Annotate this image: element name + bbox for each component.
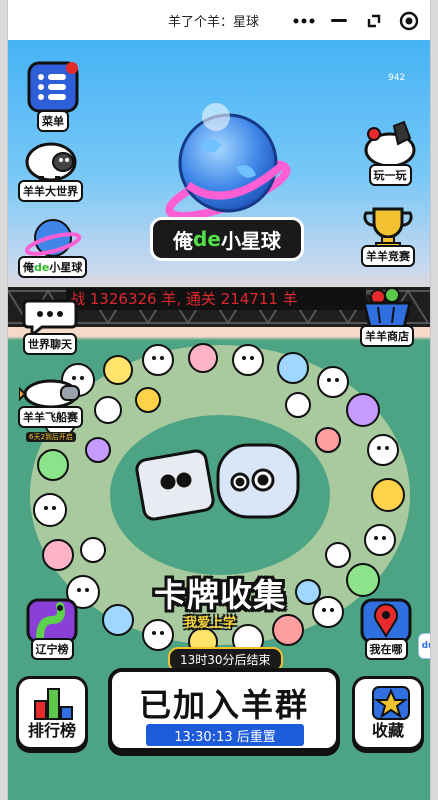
where-am-i-button[interactable]: 我在哪 bbox=[360, 598, 412, 660]
my-planet-small-label: 俺de小星球 bbox=[18, 256, 88, 278]
planet-label-de: de bbox=[193, 227, 221, 251]
play-label: 玩一玩 bbox=[368, 164, 412, 186]
sheep-race-timer: 6天2到后开启 bbox=[26, 432, 76, 442]
menu-button[interactable]: 菜单 bbox=[26, 60, 80, 132]
planet-label-prefix: 俺 bbox=[173, 228, 194, 253]
sheep-race-button[interactable]: 羊羊飞船赛 bbox=[18, 372, 83, 428]
world-chat-label: 世界聊天 bbox=[23, 333, 77, 355]
menu-label: 菜单 bbox=[37, 110, 69, 132]
title-bar: 羊了个羊：星球 bbox=[8, 0, 430, 40]
star-icon bbox=[372, 686, 410, 720]
menu-list-icon bbox=[27, 61, 79, 113]
restore-icon[interactable] bbox=[361, 8, 387, 34]
region-rank-button[interactable]: 辽宁榜 bbox=[26, 598, 78, 660]
bar-chart-icon bbox=[34, 688, 73, 720]
planet-label-suffix: 小星球 bbox=[220, 228, 281, 253]
join-flock-button[interactable]: 已加入羊群 13:30:13 后重置 bbox=[108, 668, 340, 752]
planet-icon[interactable] bbox=[158, 95, 298, 225]
game-scene[interactable]: 942 俺 de 小星球 战 1326326 羊, 通关 214711 羊 卡牌… bbox=[8, 40, 430, 800]
sheep-world-label: 羊羊大世界 bbox=[18, 180, 83, 202]
sheep-shop-label: 羊羊商店 bbox=[360, 325, 414, 347]
favorite-button[interactable]: 收藏 bbox=[352, 676, 424, 750]
sheep-world-icon bbox=[25, 142, 76, 184]
counter-text: 942 bbox=[388, 73, 406, 83]
region-rank-label: 辽宁榜 bbox=[30, 638, 74, 660]
capsule-menu bbox=[286, 6, 426, 36]
favorite-label: 收藏 bbox=[371, 721, 404, 740]
ranking-button[interactable]: 排行榜 bbox=[16, 676, 88, 750]
sheep-contest-label: 羊羊竞赛 bbox=[361, 245, 415, 267]
play-cat-icon bbox=[364, 120, 416, 168]
mini-program-window: 羊了个羊：星球 942 俺 de 小星球 战 1326326 羊, 通关 214… bbox=[7, 0, 431, 800]
reset-timer: 13:30:13 后重置 bbox=[146, 724, 304, 746]
where-am-i-label: 我在哪 bbox=[364, 638, 408, 660]
play-button[interactable]: 玩一玩 bbox=[360, 120, 420, 186]
ranking-label: 排行榜 bbox=[27, 721, 76, 740]
minimize-icon[interactable] bbox=[326, 8, 352, 34]
window-title: 羊了个羊：星球 bbox=[168, 15, 260, 30]
card-collection-subtitle: 我爱上学 bbox=[184, 616, 237, 631]
my-planet-label[interactable]: 俺 de 小星球 bbox=[150, 217, 304, 261]
record-close-icon[interactable] bbox=[396, 8, 422, 34]
sheep-race-label: 羊羊飞船赛 bbox=[18, 406, 83, 428]
more-dots-icon[interactable] bbox=[291, 8, 317, 34]
join-flock-label: 已加入羊群 bbox=[138, 686, 309, 724]
stats-ticker: 战 1326326 羊, 通关 214711 羊 bbox=[66, 288, 366, 310]
sheep-contest-button[interactable]: 羊羊竞赛 bbox=[360, 205, 416, 267]
side-float-tab[interactable]: du bbox=[418, 633, 430, 659]
world-chat-button[interactable]: 世界聊天 bbox=[22, 295, 78, 355]
sheep-world-button[interactable]: 羊羊大世界 bbox=[18, 136, 83, 202]
card-collection-title[interactable]: 卡牌收集 bbox=[154, 570, 286, 616]
my-planet-button[interactable]: 俺de小星球 bbox=[18, 216, 88, 278]
sheep-shop-button[interactable]: 羊羊商店 bbox=[358, 285, 416, 347]
